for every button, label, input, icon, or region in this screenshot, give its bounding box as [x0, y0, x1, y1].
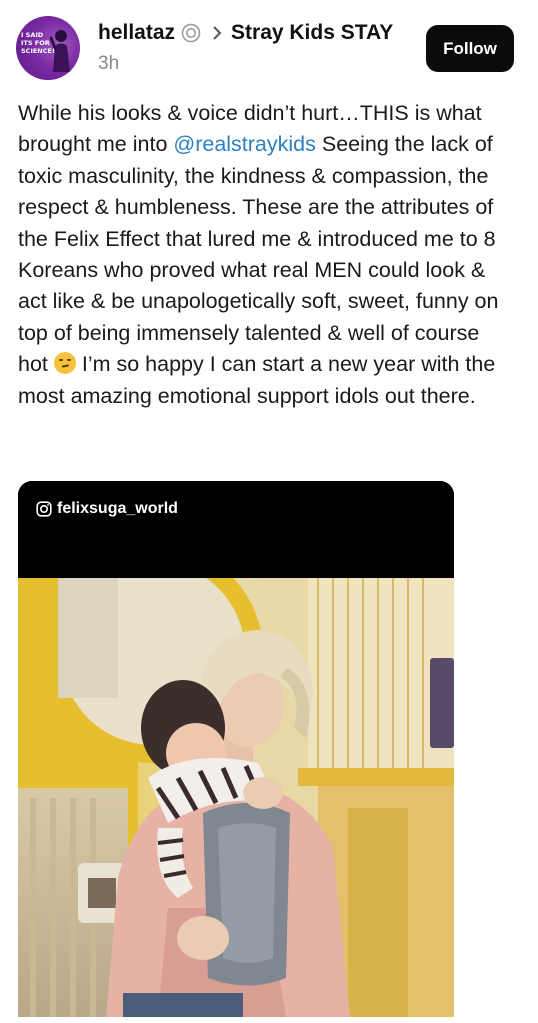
post-timestamp: 3h: [98, 53, 120, 74]
video-frame-image[interactable]: [18, 578, 454, 1017]
threads-badge-icon: [181, 23, 201, 43]
avatar-figure-icon: [50, 30, 70, 72]
author-row: hellataz Stray Kids STAY: [98, 20, 393, 46]
media-header: felixsuga_world: [18, 481, 454, 578]
username[interactable]: hellataz: [98, 21, 175, 45]
post-body: While his looks & voice didn’t hurt…THIS…: [18, 98, 508, 412]
instagram-source-tag: felixsuga_world: [36, 500, 178, 518]
community-name[interactable]: Stray Kids STAY: [231, 21, 393, 45]
follow-button[interactable]: Follow: [426, 25, 514, 72]
post-text-part2: Seeing the lack of toxic masculinity, th…: [18, 132, 499, 377]
post-media[interactable]: felixsuga_world: [18, 481, 454, 1017]
avatar[interactable]: I SAID ITS FOR SCIENCE!: [16, 16, 80, 80]
chevron-right-icon: [213, 26, 222, 40]
instagram-handle: felixsuga_world: [57, 500, 178, 517]
instagram-icon: [36, 501, 52, 517]
smirking-face-emoji-icon: [53, 352, 76, 375]
mention-link[interactable]: @realstraykids: [173, 132, 316, 156]
post-text-part3: I’m so happy I can start a new year with…: [18, 352, 496, 408]
